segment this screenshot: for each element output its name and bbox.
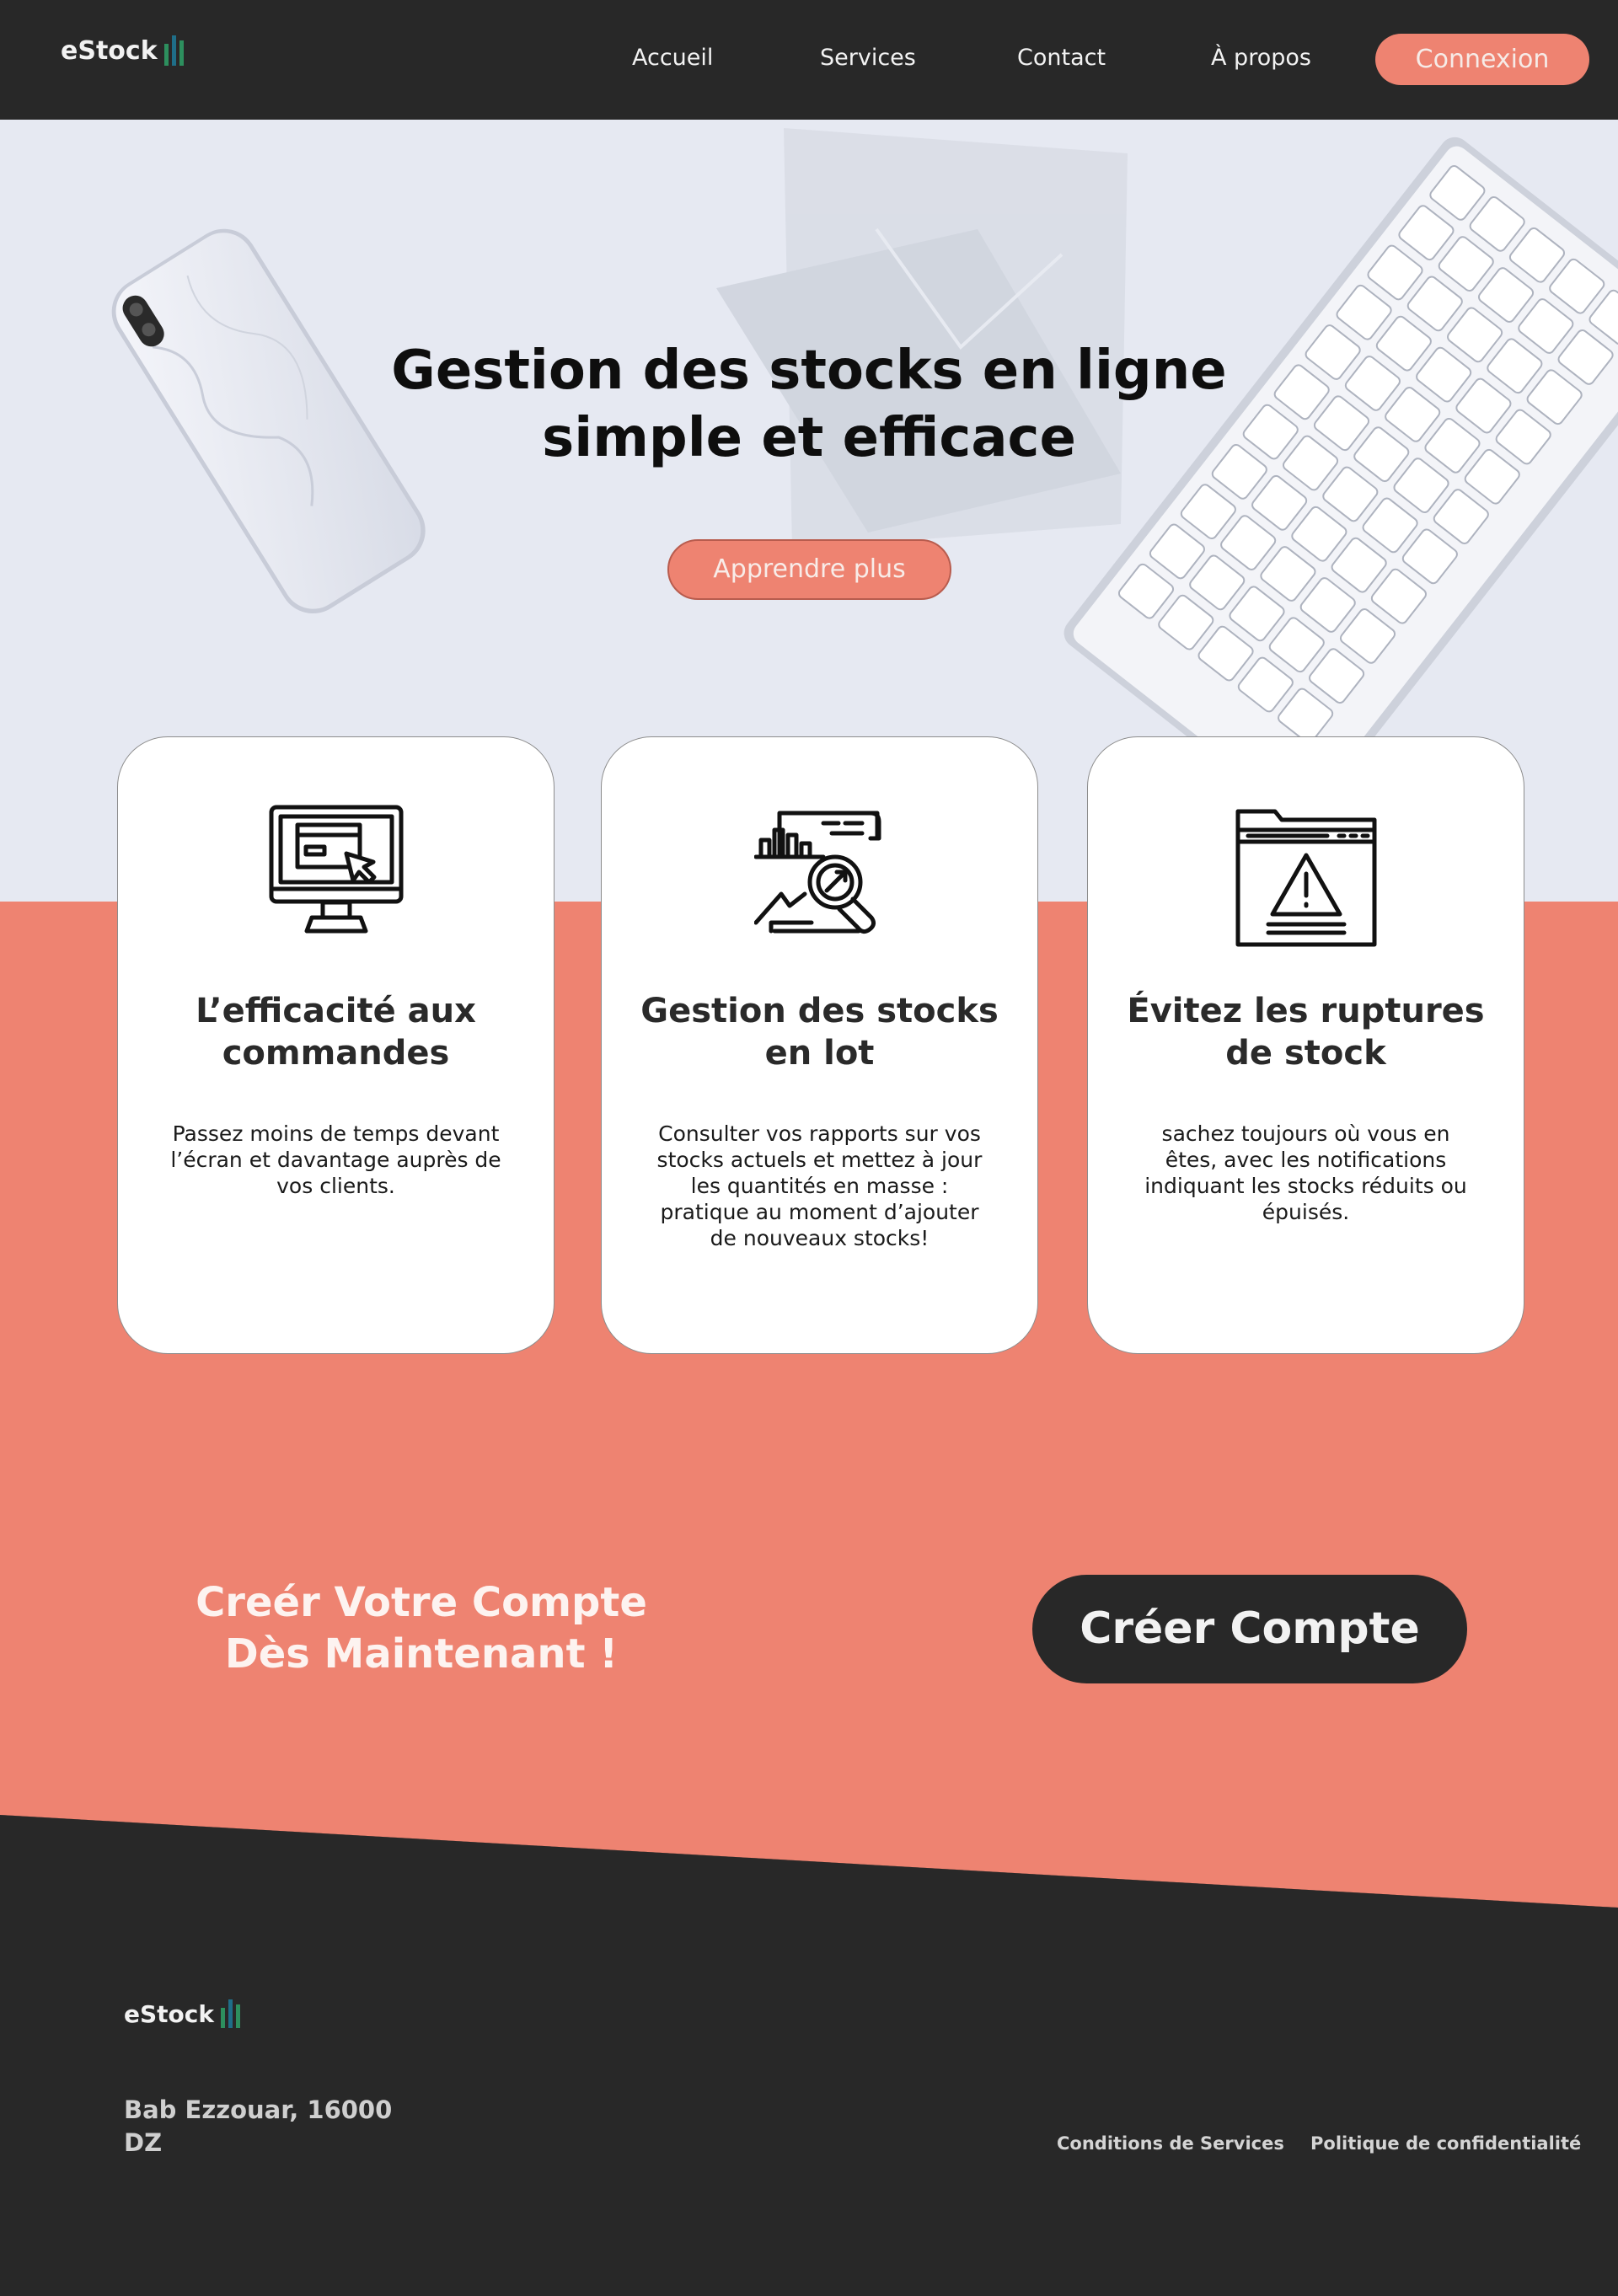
- feature-title: Gestion des stocks en lot: [640, 992, 999, 1073]
- cta-heading-line2: Dès Maintenant !: [224, 1630, 619, 1678]
- feature-description: sachez toujours où vous en êtes, avec le…: [1144, 1121, 1467, 1224]
- feature-title: Évitez les ruptures de stock: [1127, 992, 1485, 1073]
- top-nav-bar: eStock Accueil Services Contact À propos…: [0, 0, 1618, 120]
- learn-more-button[interactable]: Apprendre plus: [667, 539, 951, 600]
- create-account-button[interactable]: Créer Compte: [1032, 1575, 1467, 1683]
- footer-brand-logo[interactable]: eStock: [124, 1999, 240, 2028]
- cta-heading-line1: Creér Votre Compte: [196, 1579, 647, 1626]
- nav-link-contact[interactable]: Contact: [1017, 44, 1106, 72]
- cta-heading: Creér Votre Compte Dès Maintenant !: [169, 1577, 674, 1680]
- feature-description: Passez moins de temps devant l’écran et …: [170, 1121, 501, 1198]
- warning-window-icon: [1235, 809, 1376, 947]
- address-line: DZ: [124, 2128, 163, 2157]
- nav-link-services[interactable]: Services: [820, 44, 916, 72]
- login-button[interactable]: Connexion: [1375, 34, 1589, 85]
- feature-card-stock-alerts: Évitez les ruptures de stock sachez touj…: [1087, 736, 1524, 1354]
- hero-title-line2: simple et efficace: [542, 407, 1076, 469]
- brand-name: eStock: [61, 36, 158, 66]
- computer-monitor-icon: [269, 805, 403, 934]
- report-analytics-icon: [753, 811, 881, 934]
- brand-logo[interactable]: eStock: [61, 35, 184, 66]
- footer-address: Bab Ezzouar, 16000 DZ: [124, 2094, 392, 2160]
- hero-title: Gestion des stocks en ligne simple et ef…: [0, 337, 1618, 472]
- hero-title-line1: Gestion des stocks en ligne: [391, 340, 1227, 402]
- bar-chart-icon: [163, 35, 184, 66]
- feature-title: L’efficacité aux commandes: [196, 992, 476, 1073]
- nav-link-accueil[interactable]: Accueil: [632, 44, 713, 72]
- address-line: Bab Ezzouar, 16000: [124, 2095, 393, 2124]
- feature-card-orders: L’efficacité aux commandes Passez moins …: [117, 736, 555, 1354]
- feature-card-batch-stock: Gestion des stocks en lot Consulter vos …: [601, 736, 1038, 1354]
- feature-description: Consulter vos rapports sur vos stocks ac…: [656, 1121, 983, 1250]
- terms-of-service-link[interactable]: Conditions de Services: [1057, 2132, 1284, 2155]
- brand-name: eStock: [124, 2000, 214, 2028]
- nav-link-a-propos[interactable]: À propos: [1211, 44, 1311, 72]
- privacy-policy-link[interactable]: Politique de confidentialité: [1310, 2132, 1581, 2155]
- bar-chart-icon: [221, 1999, 240, 2028]
- section-diagonal-divider: [0, 1803, 1618, 1921]
